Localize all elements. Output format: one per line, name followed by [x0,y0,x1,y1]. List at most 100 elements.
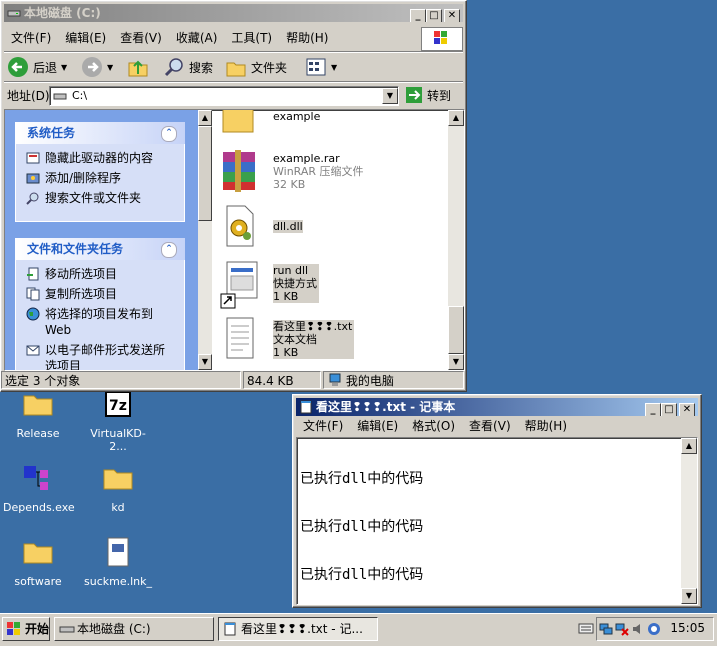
desktop-icon-kd[interactable]: kd [83,462,153,514]
notepad-title: 看这里❢❢❢.txt - 记事本 [316,400,456,414]
file-item-example-rar[interactable]: example.rar WinRAR 压缩文件 32 KB [219,148,439,196]
menu-favorites[interactable]: 收藏(A) [169,29,225,47]
close-button[interactable]: ✕ [444,9,460,22]
file-item-run-dll-shortcut[interactable]: run dll 快捷方式 1 KB [219,260,439,310]
search-icon [164,58,183,77]
file-item-dll[interactable]: dll.dll [219,204,439,250]
menu-tools[interactable]: 工具(T) [224,29,279,47]
explorer-titlebar[interactable]: 本地磁盘 (C:) _ □ ✕ [4,4,463,22]
system-tasks-header[interactable]: 系统任务 ⌃ [15,122,185,144]
notepad-scrollbar[interactable]: ▲ ▼ [681,438,697,604]
scroll-thumb[interactable] [198,126,212,221]
file-tasks-body: 移动所选项目 复制所选项目 将选择的项目发布到 Web 以电子邮件形式发送所选项… [15,260,185,370]
desktop-icon-virtualkd[interactable]: 7z VirtualKD-2... [83,388,153,453]
task-hide-drive-contents[interactable]: 隐藏此驱动器的内容 [26,150,184,166]
explorer-menubar: 文件(F) 编辑(E) 查看(V) 收藏(A) 工具(T) 帮助(H) [4,29,335,47]
task-publish-web[interactable]: 将选择的项目发布到 Web [26,306,184,338]
desktop-icon-suckme[interactable]: suckme.lnk_ [83,536,153,588]
winrar-archive-icon [223,150,255,192]
task-email-selected[interactable]: 以电子邮件形式发送所选项目 [26,342,184,370]
menu-view[interactable]: 查看(V) [113,29,169,47]
task-pane-scrollbar[interactable]: ▲ ▼ [198,110,212,370]
clock[interactable]: 15:05 [670,621,705,635]
menu-file[interactable]: 文件(F) [296,417,350,435]
menu-edit[interactable]: 编辑(E) [350,417,405,435]
notepad-window: 看这里❢❢❢.txt - 记事本 _ □ ✕ 文件(F) 编辑(E) 格式(O)… [292,394,702,608]
scroll-up-button[interactable]: ▲ [448,110,464,126]
task-move-selected[interactable]: 移动所选项目 [26,266,184,282]
maximize-button[interactable]: □ [661,403,677,416]
scroll-down-button[interactable]: ▼ [448,354,464,370]
taskbar: 开始 本地磁盘 (C:) 看这里❢❢❢.txt - 记... 15:05 [0,613,717,646]
network-icon[interactable] [599,622,613,636]
views-button[interactable]: ▼ [305,56,337,78]
move-icon [27,267,39,281]
explorer-title: 本地磁盘 (C:) [24,6,101,20]
folder-icon [23,395,53,416]
go-button[interactable]: 转到 [405,86,451,104]
views-dropdown-icon[interactable]: ▼ [331,63,337,72]
scroll-thumb[interactable] [448,306,464,354]
explorer-content: 系统任务 ⌃ 隐藏此驱动器的内容 添加/删除程序 搜索文件或文件夹 文件和文件夹… [4,109,465,371]
system-tasks-body: 隐藏此驱动器的内容 添加/删除程序 搜索文件或文件夹 [15,144,185,222]
task-search-files[interactable]: 搜索文件或文件夹 [26,190,184,206]
address-input[interactable]: C:\ ▼ [49,86,399,106]
task-copy-selected[interactable]: 复制所选项目 [26,286,184,302]
taskbar-item-explorer[interactable]: 本地磁盘 (C:) [54,617,214,641]
notepad-titlebar[interactable]: 看这里❢❢❢.txt - 记事本 _ □ ✕ [296,398,698,416]
status-location: 我的电脑 [323,371,464,389]
address-dropdown-button[interactable]: ▼ [382,88,398,104]
scroll-up-button[interactable]: ▲ [198,110,212,126]
notepad-icon [300,400,312,414]
desktop-icon-release[interactable]: Release [3,388,73,440]
desktop-icon-label: Release [16,427,60,440]
keyboard-icon[interactable] [578,621,594,638]
security-icon[interactable] [647,622,661,636]
add-remove-programs-icon [26,173,40,184]
7zip-icon: 7z [105,391,131,417]
menu-file[interactable]: 文件(F) [4,29,58,47]
minimize-button[interactable]: _ [410,9,426,22]
task-add-remove-programs[interactable]: 添加/删除程序 [26,170,184,186]
menu-help[interactable]: 帮助(H) [518,417,574,435]
scroll-down-button[interactable]: ▼ [681,588,697,604]
network-disconnected-icon[interactable] [615,622,629,636]
scroll-down-button[interactable]: ▼ [198,354,212,370]
maximize-button[interactable]: □ [426,9,442,22]
folders-button[interactable]: 文件夹 [225,56,287,78]
taskbar-item-notepad[interactable]: 看这里❢❢❢.txt - 记... [218,617,378,641]
windows-flag-icon [7,622,20,635]
minimize-button[interactable]: _ [645,403,661,416]
desktop-icon-label: VirtualKD-2... [90,427,146,453]
file-list-scrollbar[interactable]: ▲ ▼ [448,110,464,370]
file-item-txt[interactable]: 看这里❢❢❢.txt 文本文档 1 KB [219,316,439,364]
forward-button[interactable]: ▼ [81,56,113,78]
scroll-up-button[interactable]: ▲ [681,438,697,454]
volume-icon[interactable] [631,622,645,636]
back-button[interactable]: 后退 ▼ [7,56,67,78]
windows-flag-icon [434,31,447,44]
forward-dropdown-icon[interactable]: ▼ [107,63,113,72]
desktop-icon-depends[interactable]: Depends.exe [3,462,75,514]
up-folder-button[interactable] [127,56,149,78]
menu-format[interactable]: 格式(O) [405,417,462,435]
back-dropdown-icon[interactable]: ▼ [61,63,67,72]
drive-icon [59,626,75,633]
globe-icon [26,307,40,321]
search-button[interactable]: 搜索 [163,56,213,78]
file-tasks-header[interactable]: 文件和文件夹任务 ⌃ [15,238,185,260]
folder-icon [103,469,133,490]
collapse-chevron-icon[interactable]: ⌃ [161,126,177,142]
hide-contents-icon [26,152,40,164]
menu-view[interactable]: 查看(V) [462,417,518,435]
start-button[interactable]: 开始 [2,617,50,641]
collapse-chevron-icon[interactable]: ⌃ [161,242,177,258]
menu-edit[interactable]: 编辑(E) [58,29,113,47]
desktop-icon-label: Depends.exe [3,501,75,514]
close-button[interactable]: ✕ [679,403,695,416]
text-document-icon [226,317,254,359]
file-item-example-folder[interactable]: example [219,110,439,138]
menu-help[interactable]: 帮助(H) [279,29,335,47]
notepad-text-area[interactable]: 已执行dll中的代码 已执行dll中的代码 已执行dll中的代码 ▲ ▼ [296,437,698,605]
desktop-icon-software[interactable]: software [3,536,73,588]
